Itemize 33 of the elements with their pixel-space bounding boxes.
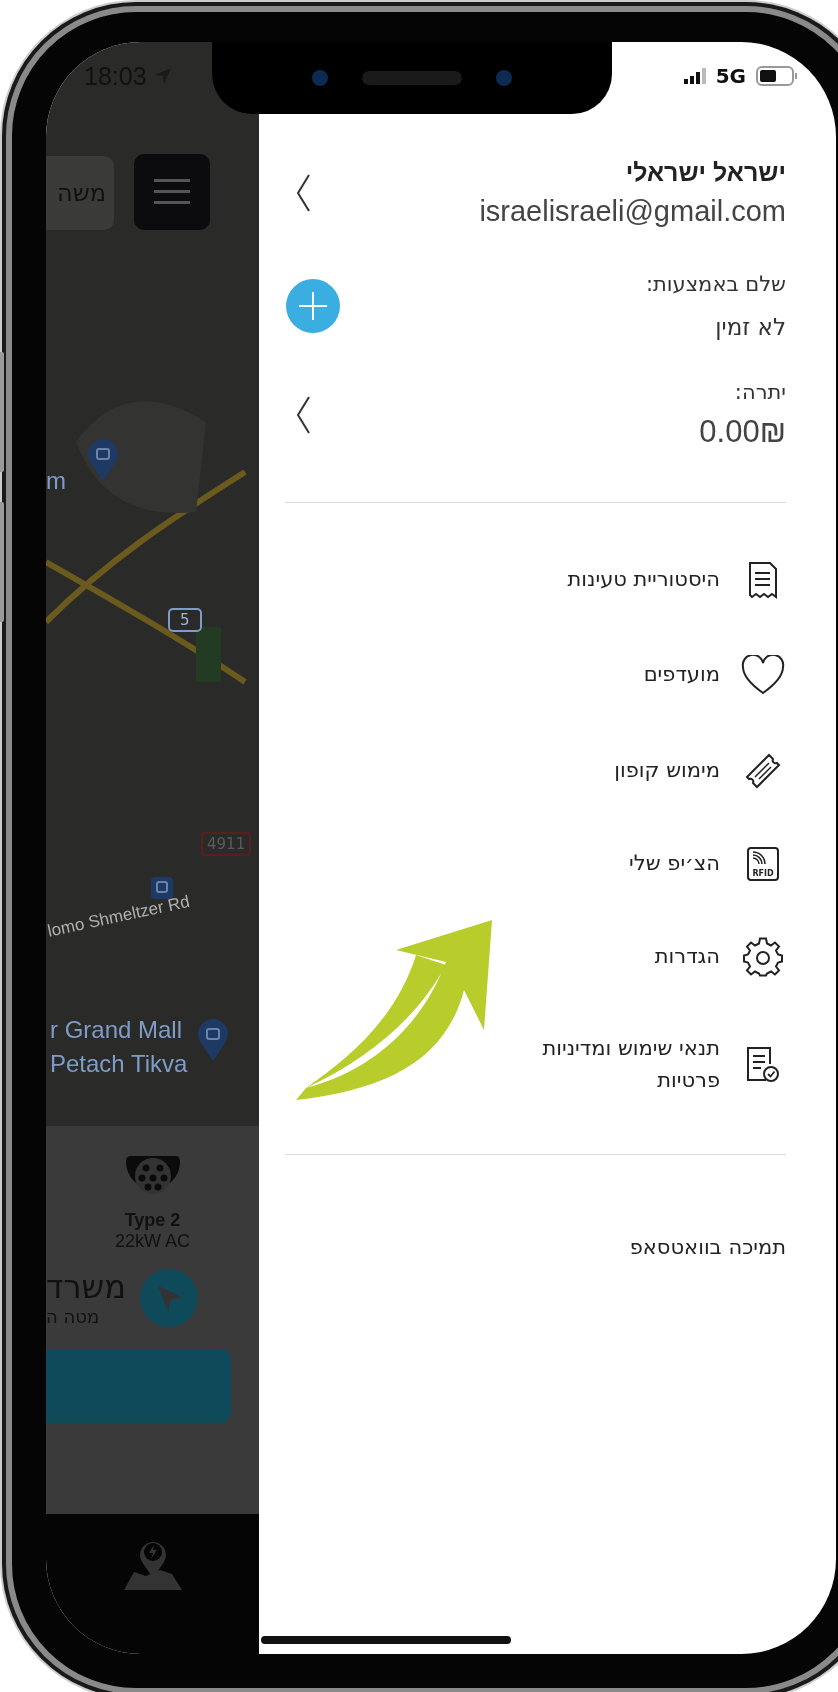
menu-item[interactable]: הגדרות <box>285 937 786 977</box>
balance-label: יתרה: <box>734 380 786 404</box>
whatsapp-support-link[interactable]: תמיכה בוואטסאפ <box>629 1235 786 1259</box>
settings-icon <box>743 937 783 977</box>
rfid-card-icon: RFID <box>747 847 779 881</box>
document-check-icon <box>746 1045 780 1084</box>
receipt-icon <box>748 561 778 599</box>
chevron-left-icon[interactable] <box>295 173 311 213</box>
heart-icon <box>741 655 785 695</box>
menu-icon <box>154 179 190 205</box>
network-label: 5G <box>715 64 746 88</box>
map-label: Petach Tikva <box>50 1050 188 1078</box>
payment-value: לא זמין <box>715 314 786 340</box>
menu-item[interactable]: מועדפים <box>285 655 786 695</box>
payment-label: שלם באמצעות: <box>645 272 786 296</box>
navigation-icon[interactable] <box>139 1268 198 1327</box>
user-email: israelisraeli@gmail.com <box>479 195 786 228</box>
map-pin-icon <box>196 1017 230 1061</box>
ticket-icon <box>743 751 783 791</box>
road-number: 5 <box>168 608 202 632</box>
menu-item[interactable]: מימוש קופון <box>285 751 786 791</box>
chevron-left-icon[interactable] <box>295 395 311 435</box>
battery-icon <box>756 66 798 86</box>
add-icon[interactable] <box>285 278 341 334</box>
street-label: lomo Shmeltzer Rd <box>46 891 192 942</box>
menu-item[interactable]: תנאי שימוש ומדיניות פרטיות <box>285 1033 786 1096</box>
map-pin-icon <box>86 437 120 481</box>
menu-button[interactable] <box>134 154 210 230</box>
map-label: r Grand Mall <box>50 1016 183 1044</box>
menu-item[interactable]: היסטוריית טעינות <box>285 561 786 599</box>
map-label: m <box>46 467 66 495</box>
balance-amount: 0.00₪ <box>699 414 786 450</box>
user-name: ישראל ישראלי <box>625 158 786 187</box>
